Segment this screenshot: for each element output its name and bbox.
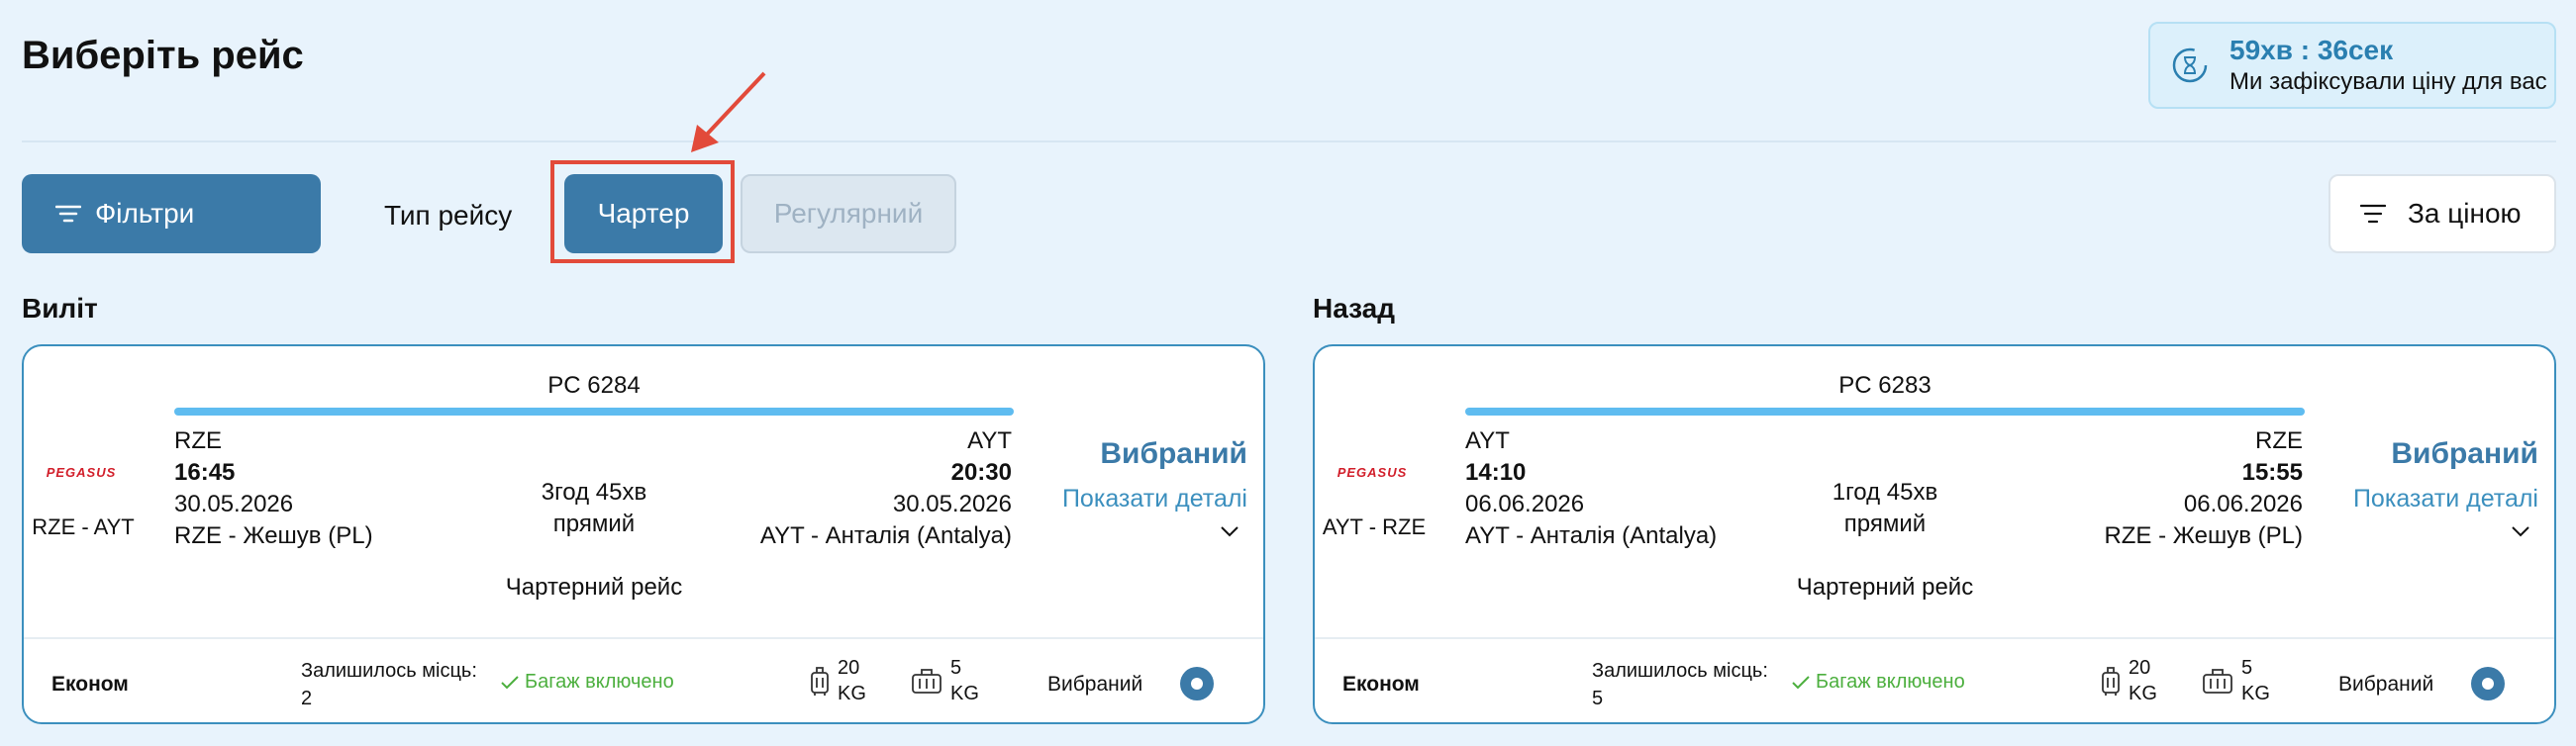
hand-baggage: 5 KG [911,655,979,706]
filters-label: Фільтри [95,198,195,229]
select-radio[interactable] [1180,667,1214,700]
price-lock-timer: 59хв : 36сек Ми зафіксували ціну для вас [2148,22,2556,109]
timer-countdown: 59хв : 36сек [2229,35,2394,65]
seats-count: 2 [301,688,313,709]
arrival-date: 06.06.2026 [2183,491,2303,517]
from-code: AYT [1465,427,1510,454]
arrival-time: 15:55 [2241,459,2303,486]
select-radio[interactable] [2471,667,2505,700]
kg-unit: KG [950,683,979,704]
baggage-label: Багаж включено [525,671,674,693]
return-section-title: Назад [1313,293,1396,324]
route-bar [174,408,1014,416]
arrival-info: AYT 20:30 30.05.2026 AYT - Анталія (Anta… [760,425,1012,552]
airline-logo: PEGASUS [46,465,117,480]
suitcase-icon [2102,667,2120,696]
seats-count: 5 [1592,688,1604,709]
flight-number: PC 6284 [547,372,641,399]
charter-button[interactable]: Чартер [564,174,723,253]
fare-class: Економ [51,673,129,696]
departure-info: AYT 14:10 06.06.2026 AYT - Анталія (Anta… [1465,425,1717,552]
departure-time: 16:45 [174,459,236,486]
bag-weight: 20 [2129,657,2151,679]
seats-label: Залишилось місць: [1592,660,1768,682]
sort-by-price-button[interactable]: За ціною [2328,174,2556,253]
departure-city: AYT - Анталія (Antalya) [1465,522,1718,549]
fare-row: Економ Залишилось місць: 5 Багаж включен… [1315,637,2554,722]
baggage-included: Багаж включено [501,671,674,694]
duration-info: 1год 45хв прямий [1786,477,1984,540]
seats-left: Залишилось місць: 5 [1592,657,1768,712]
to-code: RZE [2255,427,2303,454]
sort-label: За ціною [2408,198,2522,229]
chosen-label: Вибраний [2338,673,2434,696]
bag-weight: 20 [838,657,860,679]
check-icon [501,675,519,689]
departure-date: 30.05.2026 [174,491,294,517]
hand-weight: 5 [950,657,962,679]
fare-row: Економ Залишилось місць: 2 Багаж включен… [24,637,1263,722]
hand-luggage-icon [2203,669,2232,694]
stops: прямий [1843,511,1927,537]
departure-info: RZE 16:45 30.05.2026 RZE - Жешув (PL) [174,425,373,552]
kg-unit: KG [2129,683,2157,704]
arrival-info: RZE 15:55 06.06.2026 RZE - Жешув (PL) [2104,425,2303,552]
page-title: Виберіть рейс [22,34,304,77]
chevron-down-icon[interactable] [1220,524,1239,538]
flight-card-return[interactable]: PEGASUS AYT - RZE PC 6283 AYT 14:10 06.0… [1313,344,2556,724]
annotation-arrow-icon [691,71,766,152]
hand-baggage: 5 KG [2202,655,2270,706]
show-details-link[interactable]: Показати деталі [1062,485,1247,513]
hourglass-refresh-icon [2172,47,2208,83]
from-code: RZE [174,427,222,454]
filter-lines-icon [55,205,81,223]
hand-luggage-icon [912,669,941,694]
kg-unit: KG [838,683,866,704]
departure-time: 14:10 [1465,459,1527,486]
arrival-date: 30.05.2026 [892,491,1012,517]
duration-info: 3год 45хв прямий [495,477,693,540]
regular-button[interactable]: Регулярний [741,174,956,253]
flight-kind: Чартерний рейс [505,574,683,601]
check-icon [1792,675,1810,689]
checked-baggage: 20 KG [810,655,866,706]
route-bar [1465,408,2305,416]
to-code: AYT [967,427,1012,454]
route-label: AYT - RZE [1322,514,1427,539]
trip-type-label: Тип рейсу [384,200,513,231]
chevron-down-icon[interactable] [2511,524,2530,538]
flight-kind: Чартерний рейс [1796,574,1974,601]
duration: 1год 45хв [1832,479,1938,506]
departure-city: RZE - Жешув (PL) [174,522,373,549]
seats-label: Залишилось місць: [301,660,477,682]
flight-number: PC 6283 [1838,372,1932,399]
seats-left: Залишилось місць: 2 [301,657,477,712]
flight-card-outbound[interactable]: PEGASUS RZE - AYT PC 6284 RZE 16:45 30.0… [22,344,1265,724]
selected-label: Вибраний [1100,437,1247,470]
baggage-included: Багаж включено [1792,671,1965,694]
checked-baggage: 20 KG [2101,655,2157,706]
outbound-section-title: Виліт [22,293,98,324]
arrival-city: RZE - Жешув (PL) [2104,522,2303,549]
arrival-city: AYT - Анталія (Antalya) [759,522,1012,549]
route-label: RZE - AYT [32,514,135,539]
airline-logo: PEGASUS [1337,465,1408,480]
filters-button[interactable]: Фільтри [22,174,321,253]
sort-icon [2360,204,2386,224]
timer-note: Ми зафіксували ціну для вас [2229,68,2547,95]
hand-weight: 5 [2241,657,2253,679]
duration: 3год 45хв [541,479,647,506]
stops: прямий [552,511,636,537]
show-details-link[interactable]: Показати деталі [2353,485,2538,513]
chosen-label: Вибраний [1047,673,1143,696]
kg-unit: KG [2241,683,2270,704]
fare-class: Економ [1342,673,1420,696]
suitcase-icon [811,667,829,696]
arrival-time: 20:30 [950,459,1012,486]
selected-label: Вибраний [2391,437,2538,470]
baggage-label: Багаж включено [1816,671,1965,693]
departure-date: 06.06.2026 [1465,491,1585,517]
header-divider [22,140,2556,142]
